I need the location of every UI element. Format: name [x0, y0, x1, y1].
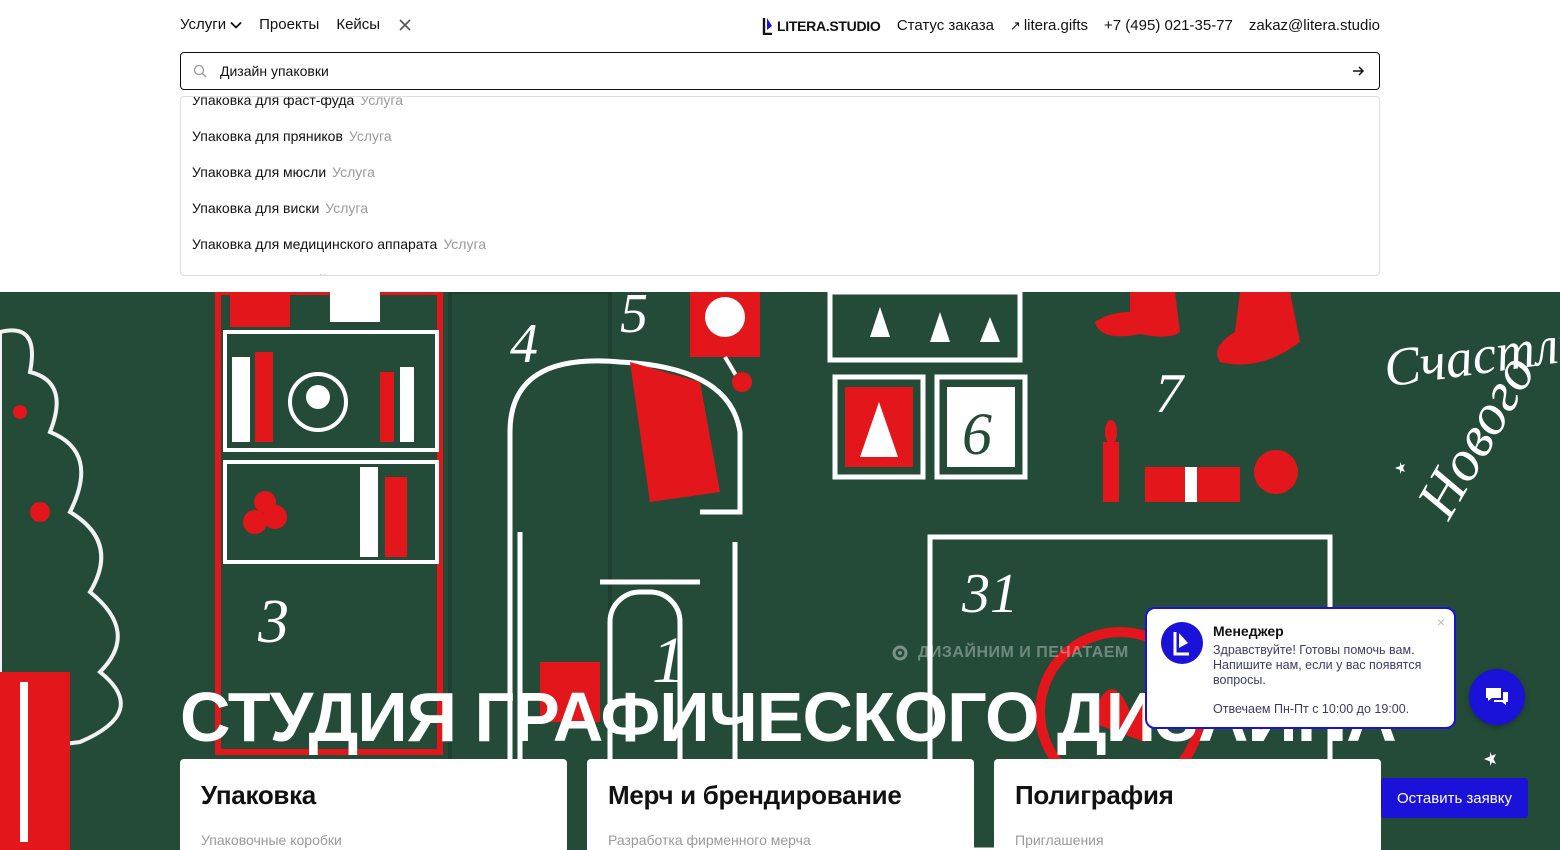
top-navigation: Услуги Проекты Кейсы LITERA.STUDIO Стату…: [0, 0, 1560, 52]
service-card-subtitle[interactable]: Упаковочные коробки: [201, 832, 546, 848]
manager-avatar: [1161, 622, 1203, 664]
logo-icon: [1173, 632, 1189, 656]
search-result-item[interactable]: Упаковка для фаст-фуда Услуга: [181, 96, 1379, 118]
svg-text:3: 3: [257, 588, 289, 656]
search-result-item[interactable]: Упаковка для мюсли Услуга: [181, 154, 1379, 190]
search-result-item[interactable]: Упаковка для капкейков Услуга: [181, 262, 1379, 275]
search-result-title: Упаковка для пряников: [192, 128, 343, 144]
search-input[interactable]: [220, 63, 1353, 79]
service-card-title: Упаковка: [201, 780, 316, 810]
search-result-title: Упаковка для фаст-фуда: [192, 96, 355, 108]
gifts-link[interactable]: ↗ litera.gifts: [1010, 17, 1088, 34]
chevron-down-icon: [230, 21, 242, 29]
search-result-item[interactable]: Упаковка для медицинского аппарата Услуга: [181, 226, 1379, 262]
search-result-item[interactable]: Упаковка для виски Услуга: [181, 190, 1379, 226]
arrow-right-icon: [1353, 66, 1365, 76]
search-result-title: Упаковка для капкейков: [192, 272, 348, 275]
external-arrow-icon: ↗: [1009, 18, 1021, 33]
service-card[interactable]: Полиграфия Приглашения: [994, 759, 1381, 850]
search-result-type: Услуга: [443, 236, 487, 252]
chat-close-button[interactable]: ×: [1437, 614, 1445, 630]
nav-services[interactable]: Услуги: [180, 16, 242, 33]
svg-text:31: 31: [961, 563, 1018, 625]
order-status-link[interactable]: Статус заказа: [897, 17, 994, 34]
search-results-list: Упаковка для фаст-фуда Услуга Упаковка для…: [181, 96, 1379, 275]
close-search-button[interactable]: [399, 18, 411, 31]
service-card-subtitle[interactable]: Приглашения: [1015, 832, 1360, 848]
chat-bubble-icon: [1486, 688, 1508, 705]
gear-icon: [892, 645, 908, 661]
svg-text:7: 7: [1155, 363, 1185, 425]
nav-left: Услуги Проекты Кейсы: [180, 16, 411, 33]
service-card-title: Мерч и брендирование: [608, 780, 902, 810]
chat-hours: Отвечаем Пн-Пт с 10:00 до 19:00.: [1213, 702, 1410, 716]
hero-tagline: ДИЗАЙНИМ И ПЕЧАТАЕМ: [890, 643, 1129, 663]
nav-projects[interactable]: Проекты: [259, 16, 319, 33]
search-submit-button[interactable]: [1353, 66, 1365, 76]
email-link[interactable]: zakaz@litera.studio: [1249, 17, 1380, 34]
chat-message: Здравствуйте! Готовы помочь вам. Напишит…: [1213, 643, 1422, 687]
service-card-subtitle[interactable]: Разработка фирменного мерча: [608, 832, 953, 848]
search-result-type: Услуга: [332, 164, 375, 180]
search-result-title: Упаковка для мюсли: [192, 164, 327, 180]
service-card-title: Полиграфия: [1015, 780, 1174, 810]
leave-request-button[interactable]: Оставить заявку: [1381, 778, 1528, 818]
phone-link[interactable]: +7 (495) 021-35-77: [1104, 17, 1233, 34]
nav-right: Статус заказа ↗ litera.gifts +7 (495) 021…: [897, 17, 1380, 34]
logo-text: LITERA.STUDIO: [777, 18, 881, 34]
chat-popup[interactable]: Менеджер Здравствуйте! Готовы помочь вам…: [1145, 607, 1456, 729]
service-card[interactable]: Мерч и брендирование Разработка фирменног…: [587, 759, 974, 850]
nav-projects-label: Проекты: [259, 16, 320, 33]
nav-cases[interactable]: Кейсы: [336, 16, 380, 33]
search-result-title: Упаковка для виски: [192, 200, 320, 216]
svg-text:6: 6: [962, 401, 992, 467]
chat-manager-name: Менеджер: [1213, 623, 1284, 639]
nav-cases-label: Кейсы: [336, 16, 381, 33]
search-result-type: Услуга: [348, 128, 392, 144]
search-result-title: Упаковка для медицинского аппарата: [192, 236, 438, 252]
svg-text:4: 4: [510, 313, 538, 375]
gifts-link-label: litera.gifts: [1023, 17, 1089, 34]
page: Услуги Проекты Кейсы LITERA.STUDIO Стату…: [0, 0, 1560, 850]
svg-text:5: 5: [620, 292, 648, 345]
service-cards: Упаковка Упаковочные коробки Мерч и бренди…: [180, 759, 1381, 850]
logo[interactable]: LITERA.STUDIO: [762, 17, 881, 35]
search-results-dropdown: Упаковка для фаст-фуда Услуга Упаковка для…: [180, 96, 1380, 276]
search-result-item[interactable]: Упаковка для пряников Услуга: [181, 118, 1379, 154]
search-result-type: Услуга: [354, 272, 397, 275]
search-result-type: Услуга: [360, 96, 404, 108]
search-bar: [180, 52, 1380, 90]
logo-icon: [762, 18, 772, 35]
search-result-type: Услуга: [325, 200, 368, 216]
close-icon: [399, 18, 411, 31]
nav-services-label: Услуги: [180, 16, 227, 33]
search-icon: [193, 64, 207, 78]
chat-open-button[interactable]: [1469, 669, 1525, 725]
hero-tagline-text: ДИЗАЙНИМ И ПЕЧАТАЕМ: [918, 644, 1129, 661]
service-card[interactable]: Упаковка Упаковочные коробки: [180, 759, 567, 850]
